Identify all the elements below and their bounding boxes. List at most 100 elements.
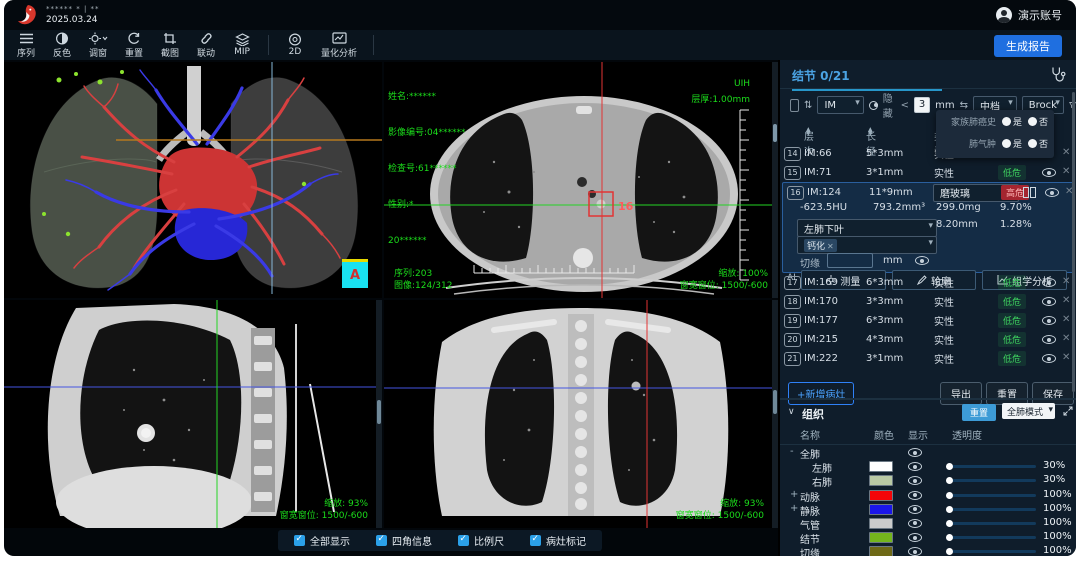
visibility-toggle-icon[interactable]	[908, 491, 922, 500]
delete-icon[interactable]: ✕	[1062, 314, 1070, 325]
tissue-row[interactable]: 结节 100%	[780, 530, 1076, 544]
slider-handle[interactable]	[946, 520, 953, 527]
opacity-slider[interactable]	[950, 550, 1036, 553]
visibility-toggle-icon[interactable]	[1042, 168, 1056, 177]
visibility-toggle-icon[interactable]	[908, 533, 922, 542]
option-lesion-marks[interactable]: 病灶标记	[530, 533, 586, 548]
tissue-row[interactable]: 气管 100%	[780, 516, 1076, 530]
color-swatch[interactable]	[869, 532, 893, 543]
opacity-slider[interactable]	[950, 536, 1036, 539]
table-row[interactable]: 21 IM:222 3*1mm 实性 低危 ✕	[780, 349, 1076, 368]
select-all-checkbox[interactable]	[790, 99, 799, 112]
lobe-dropdown[interactable]: 左肺下叶	[797, 219, 937, 237]
opacity-slider[interactable]	[950, 494, 1036, 497]
checkbox-icon[interactable]	[458, 535, 469, 546]
checkbox-icon[interactable]	[530, 535, 541, 546]
visibility-toggle-icon[interactable]	[1042, 297, 1056, 306]
delete-icon[interactable]: ✕	[1062, 295, 1070, 306]
table-row[interactable]: 15 IM:71 3*1mm 实性 低危 ✕	[780, 163, 1076, 182]
visibility-toggle-icon[interactable]	[908, 448, 922, 457]
sign-dropdown[interactable]: 钙化✕	[797, 236, 937, 254]
margin-visibility-icon[interactable]	[915, 256, 929, 265]
viewport-sagittal[interactable]: 缩放: 93% 窗宽窗位: 1500/-600	[4, 300, 382, 528]
visibility-toggle-icon[interactable]	[908, 519, 922, 528]
emphysema-yes[interactable]: 是	[1002, 137, 1022, 150]
sign-tag[interactable]: 钙化✕	[804, 239, 837, 252]
opacity-slider[interactable]	[950, 479, 1036, 482]
viewport-axial[interactable]: 姓名:****** 影像编号:04****** 检查号:61****** 性别:…	[384, 62, 778, 298]
visibility-toggle-icon[interactable]	[1042, 354, 1056, 363]
color-swatch[interactable]	[869, 461, 893, 472]
visibility-toggle-icon[interactable]	[1042, 335, 1056, 344]
color-swatch[interactable]	[869, 490, 893, 501]
expand-icon[interactable]	[1063, 406, 1073, 416]
tool-mip[interactable]: MIP	[224, 33, 260, 57]
opacity-slider[interactable]	[950, 522, 1036, 525]
visibility-toggle-icon[interactable]	[1042, 278, 1056, 287]
checkbox-icon[interactable]	[294, 535, 305, 546]
table-row[interactable]: 20 IM:215 4*3mm 实性 低危 ✕	[780, 330, 1076, 349]
slider-handle[interactable]	[946, 534, 953, 541]
hide-threshold-input[interactable]: 3	[914, 97, 930, 113]
tissue-row[interactable]: - 全肺	[780, 445, 1076, 459]
collapse-caret-icon[interactable]: ∨	[788, 407, 795, 417]
delete-icon[interactable]: ✕	[1062, 147, 1070, 158]
viewport-3d[interactable]: A	[4, 62, 382, 298]
slider-handle[interactable]	[946, 463, 953, 470]
tissue-row[interactable]: 右肺 30%	[780, 473, 1076, 487]
hide-visibility-icon[interactable]	[869, 101, 878, 110]
margin-input[interactable]	[827, 253, 873, 268]
visibility-toggle-icon[interactable]	[1042, 316, 1056, 325]
remove-tag-icon[interactable]: ✕	[827, 242, 834, 251]
table-row[interactable]: 17 IM:169 6*3mm 实性 低危 ✕	[780, 273, 1076, 292]
tissue-row[interactable]: + 动脉 100%	[780, 488, 1076, 502]
tool-2d[interactable]: 2D	[277, 33, 313, 57]
lung-mode-dropdown[interactable]: 全肺模式	[1002, 403, 1055, 419]
option-corner-info[interactable]: 四角信息	[376, 533, 432, 548]
tree-toggle[interactable]: -	[790, 446, 794, 457]
panel-scrollbar[interactable]	[1072, 92, 1075, 392]
tree-toggle[interactable]: +	[790, 503, 798, 514]
family-history-no[interactable]: 否	[1028, 115, 1048, 128]
delete-icon[interactable]: ✕	[1062, 333, 1070, 344]
color-swatch[interactable]	[869, 518, 893, 529]
visibility-toggle-icon[interactable]	[1045, 188, 1059, 197]
checkbox-icon[interactable]	[376, 535, 387, 546]
tool-window[interactable]: 调窗	[80, 32, 116, 59]
tool-reset[interactable]: 重置	[116, 32, 152, 59]
family-history-yes[interactable]: 是	[1002, 115, 1022, 128]
tool-invert[interactable]: 反色	[44, 32, 80, 59]
slider-handle[interactable]	[946, 492, 953, 499]
visibility-toggle-icon[interactable]	[908, 505, 922, 514]
slider-handle[interactable]	[946, 548, 953, 555]
tool-quantify[interactable]: 量化分析	[313, 32, 365, 59]
generate-report-button[interactable]: 生成报告	[994, 35, 1062, 57]
table-row[interactable]: 18 IM:170 3*3mm 实性 低危 ✕	[780, 292, 1076, 311]
swap-icon[interactable]: ⇆	[960, 100, 968, 111]
opacity-slider[interactable]	[950, 465, 1036, 468]
visibility-toggle-icon[interactable]	[908, 476, 922, 485]
tissue-row[interactable]: + 静脉 100%	[780, 502, 1076, 516]
table-row[interactable]: 19 IM:177 6*3mm 实性 低危 ✕	[780, 311, 1076, 330]
delete-icon[interactable]: ✕	[1062, 166, 1070, 177]
tissue-row[interactable]: 左肺 30%	[780, 459, 1076, 473]
tool-link[interactable]: 联动	[188, 32, 224, 59]
emphysema-no[interactable]: 否	[1028, 137, 1048, 150]
stethoscope-icon[interactable]	[1050, 66, 1066, 82]
color-swatch[interactable]	[869, 504, 893, 515]
tissue-reset-button[interactable]: 重置	[962, 404, 996, 421]
color-swatch[interactable]	[869, 475, 893, 486]
tool-screenshot[interactable]: 截图	[152, 32, 188, 59]
slider-handle[interactable]	[946, 506, 953, 513]
opacity-slider[interactable]	[950, 508, 1036, 511]
account-menu[interactable]: 演示账号	[996, 7, 1062, 23]
delete-icon[interactable]: ✕	[1062, 352, 1070, 363]
viewport-coronal[interactable]: 缩放: 93% 窗宽窗位: 1500/-600	[384, 300, 778, 528]
tree-toggle[interactable]: +	[790, 489, 798, 500]
option-scale-bar[interactable]: 比例尺	[458, 533, 504, 548]
option-show-all[interactable]: 全部显示	[294, 533, 350, 548]
delete-icon[interactable]: ✕	[1062, 276, 1070, 287]
sort-icon[interactable]: ⇅	[804, 100, 812, 111]
visibility-toggle-icon[interactable]	[908, 462, 922, 471]
color-swatch[interactable]	[869, 546, 893, 556]
